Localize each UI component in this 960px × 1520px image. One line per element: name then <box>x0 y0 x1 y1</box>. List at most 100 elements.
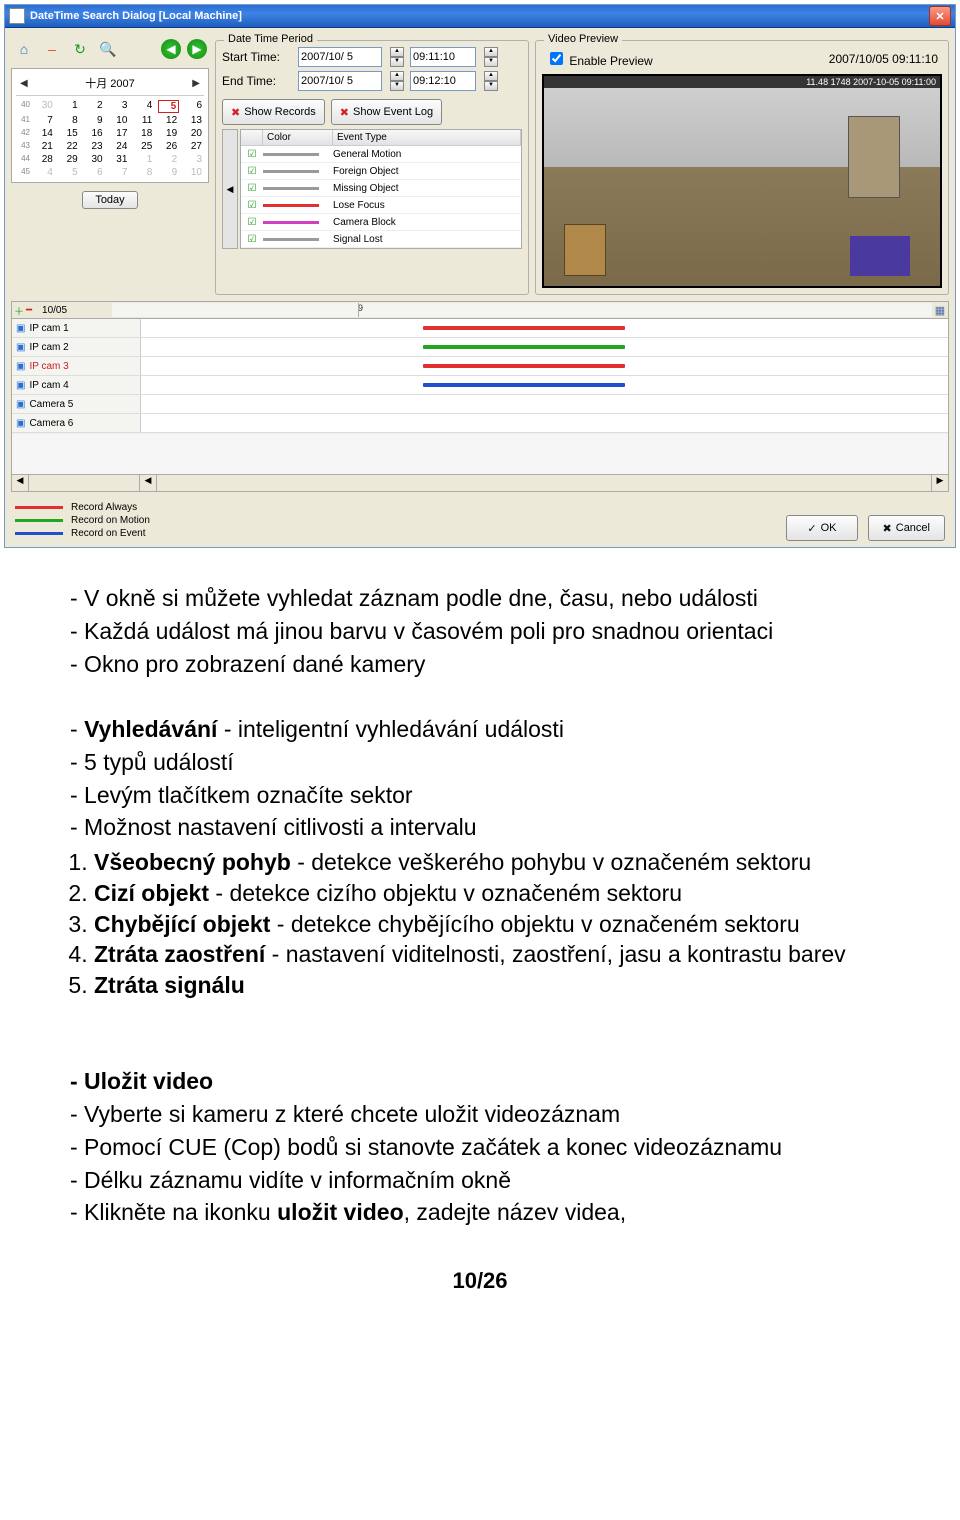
cal-day[interactable]: 18 <box>133 128 154 139</box>
cal-day[interactable]: 19 <box>158 128 179 139</box>
timeline-ruler[interactable]: 9 <box>112 303 932 317</box>
show-event-log-button[interactable]: ✖Show Event Log <box>331 99 442 125</box>
camera-row[interactable]: ▣Camera 6 <box>12 414 948 433</box>
cal-day[interactable]: 2 <box>158 154 179 165</box>
cal-day[interactable]: 26 <box>158 141 179 152</box>
cal-day[interactable]: 12 <box>158 115 179 126</box>
search-icon[interactable]: 🔍 <box>97 38 119 60</box>
calendar[interactable]: ◀ 十月 2007 ▶ 4030123456417891011121342141… <box>11 68 209 183</box>
cal-day[interactable]: 8 <box>133 167 154 178</box>
start-date-spinner[interactable]: ▲▼ <box>390 47 404 67</box>
cal-day[interactable]: 10 <box>183 167 204 178</box>
camera-row[interactable]: ▣IP cam 2 <box>12 338 948 357</box>
camera-label[interactable]: ▣IP cam 4 <box>12 376 141 394</box>
next-arrow-button[interactable]: ▶ <box>187 39 207 59</box>
camera-label[interactable]: ▣IP cam 1 <box>12 319 141 337</box>
camera-row[interactable]: ▣IP cam 3 <box>12 357 948 376</box>
cal-day[interactable]: 6 <box>183 100 204 113</box>
event-type-row[interactable]: ☑Foreign Object <box>241 163 521 180</box>
event-checkbox[interactable]: ☑ <box>241 217 263 228</box>
cal-day[interactable]: 7 <box>109 167 130 178</box>
event-checkbox[interactable]: ☑ <box>241 200 263 211</box>
cal-prev[interactable]: ◀ <box>16 78 32 89</box>
cal-day[interactable]: 23 <box>84 141 105 152</box>
cal-day[interactable]: 28 <box>34 154 55 165</box>
event-scroll-left[interactable]: ◀ <box>222 129 238 249</box>
event-type-row[interactable]: ☑General Motion <box>241 146 521 163</box>
today-button[interactable]: Today <box>82 191 137 209</box>
timeline-scroll-left-2[interactable]: ◀ <box>140 475 157 491</box>
timeline-grid-icon[interactable]: ▦ <box>932 304 948 317</box>
camera-track[interactable] <box>141 395 948 413</box>
cal-day[interactable]: 30 <box>34 100 55 113</box>
cancel-button[interactable]: ✖Cancel <box>868 515 945 541</box>
end-time-spinner[interactable]: ▲▼ <box>484 71 498 91</box>
cal-day[interactable]: 1 <box>133 154 154 165</box>
event-type-row[interactable]: ☑Lose Focus <box>241 197 521 214</box>
camera-track[interactable] <box>141 338 948 356</box>
camera-track[interactable] <box>141 376 948 394</box>
remove-icon[interactable]: – <box>41 38 63 60</box>
cal-day[interactable]: 25 <box>133 141 154 152</box>
cal-day[interactable]: 9 <box>84 115 105 126</box>
timeline-scroll-right[interactable]: ▶ <box>931 475 948 491</box>
start-date-input[interactable]: 2007/10/ 5 <box>298 47 382 67</box>
camera-label[interactable]: ▣Camera 5 <box>12 395 141 413</box>
cal-day[interactable]: 17 <box>109 128 130 139</box>
camera-track[interactable] <box>141 357 948 375</box>
cal-day[interactable]: 3 <box>109 100 130 113</box>
zoom-in-icon[interactable]: ＋ <box>14 303 24 318</box>
end-date-input[interactable]: 2007/10/ 5 <box>298 71 382 91</box>
cal-day[interactable]: 6 <box>84 167 105 178</box>
ok-button[interactable]: ✓OK <box>786 515 857 541</box>
cal-day[interactable]: 11 <box>133 115 154 126</box>
cal-day[interactable]: 5 <box>59 167 80 178</box>
zoom-out-icon[interactable]: ━ <box>26 305 32 316</box>
cal-next[interactable]: ▶ <box>188 78 204 89</box>
end-time-input[interactable]: 09:12:10 <box>410 71 476 91</box>
cal-day[interactable]: 31 <box>109 154 130 165</box>
camera-track[interactable] <box>141 319 948 337</box>
cal-day[interactable]: 27 <box>183 141 204 152</box>
timeline-scrollbar[interactable]: ◀ ◀ ▶ <box>12 474 948 491</box>
cal-day[interactable]: 24 <box>109 141 130 152</box>
camera-row[interactable]: ▣Camera 5 <box>12 395 948 414</box>
prev-arrow-button[interactable]: ◀ <box>161 39 181 59</box>
refresh-icon[interactable]: ↻ <box>69 38 91 60</box>
cal-day[interactable]: 16 <box>84 128 105 139</box>
cal-day[interactable]: 3 <box>183 154 204 165</box>
cal-day[interactable]: 2 <box>84 100 105 113</box>
cal-day[interactable]: 5 <box>158 100 179 113</box>
cal-day[interactable]: 29 <box>59 154 80 165</box>
cal-day[interactable]: 22 <box>59 141 80 152</box>
camera-label[interactable]: ▣IP cam 3 <box>12 357 141 375</box>
close-button[interactable]: ✕ <box>929 6 951 26</box>
timeline-scroll-left[interactable]: ◀ <box>12 475 29 491</box>
cal-day[interactable]: 20 <box>183 128 204 139</box>
event-type-row[interactable]: ☑Camera Block <box>241 214 521 231</box>
event-checkbox[interactable]: ☑ <box>241 166 263 177</box>
event-type-row[interactable]: ☑Signal Lost <box>241 231 521 248</box>
show-records-button[interactable]: ✖Show Records <box>222 99 325 125</box>
camera-row[interactable]: ▣IP cam 1 <box>12 319 948 338</box>
cal-day[interactable]: 21 <box>34 141 55 152</box>
cal-day[interactable]: 4 <box>34 167 55 178</box>
cal-day[interactable]: 8 <box>59 115 80 126</box>
cal-day[interactable]: 1 <box>59 100 80 113</box>
start-time-input[interactable]: 09:11:10 <box>410 47 476 67</box>
cal-day[interactable]: 4 <box>133 100 154 113</box>
enable-preview-checkbox[interactable]: Enable Preview <box>546 49 653 68</box>
event-checkbox[interactable]: ☑ <box>241 234 263 245</box>
camera-row[interactable]: ▣IP cam 4 <box>12 376 948 395</box>
event-checkbox[interactable]: ☑ <box>241 183 263 194</box>
event-type-row[interactable]: ☑Missing Object <box>241 180 521 197</box>
camera-track[interactable] <box>141 414 948 432</box>
cal-day[interactable]: 9 <box>158 167 179 178</box>
end-date-spinner[interactable]: ▲▼ <box>390 71 404 91</box>
cal-day[interactable]: 14 <box>34 128 55 139</box>
start-time-spinner[interactable]: ▲▼ <box>484 47 498 67</box>
event-checkbox[interactable]: ☑ <box>241 149 263 160</box>
cal-day[interactable]: 30 <box>84 154 105 165</box>
cal-day[interactable]: 7 <box>34 115 55 126</box>
cal-day[interactable]: 13 <box>183 115 204 126</box>
